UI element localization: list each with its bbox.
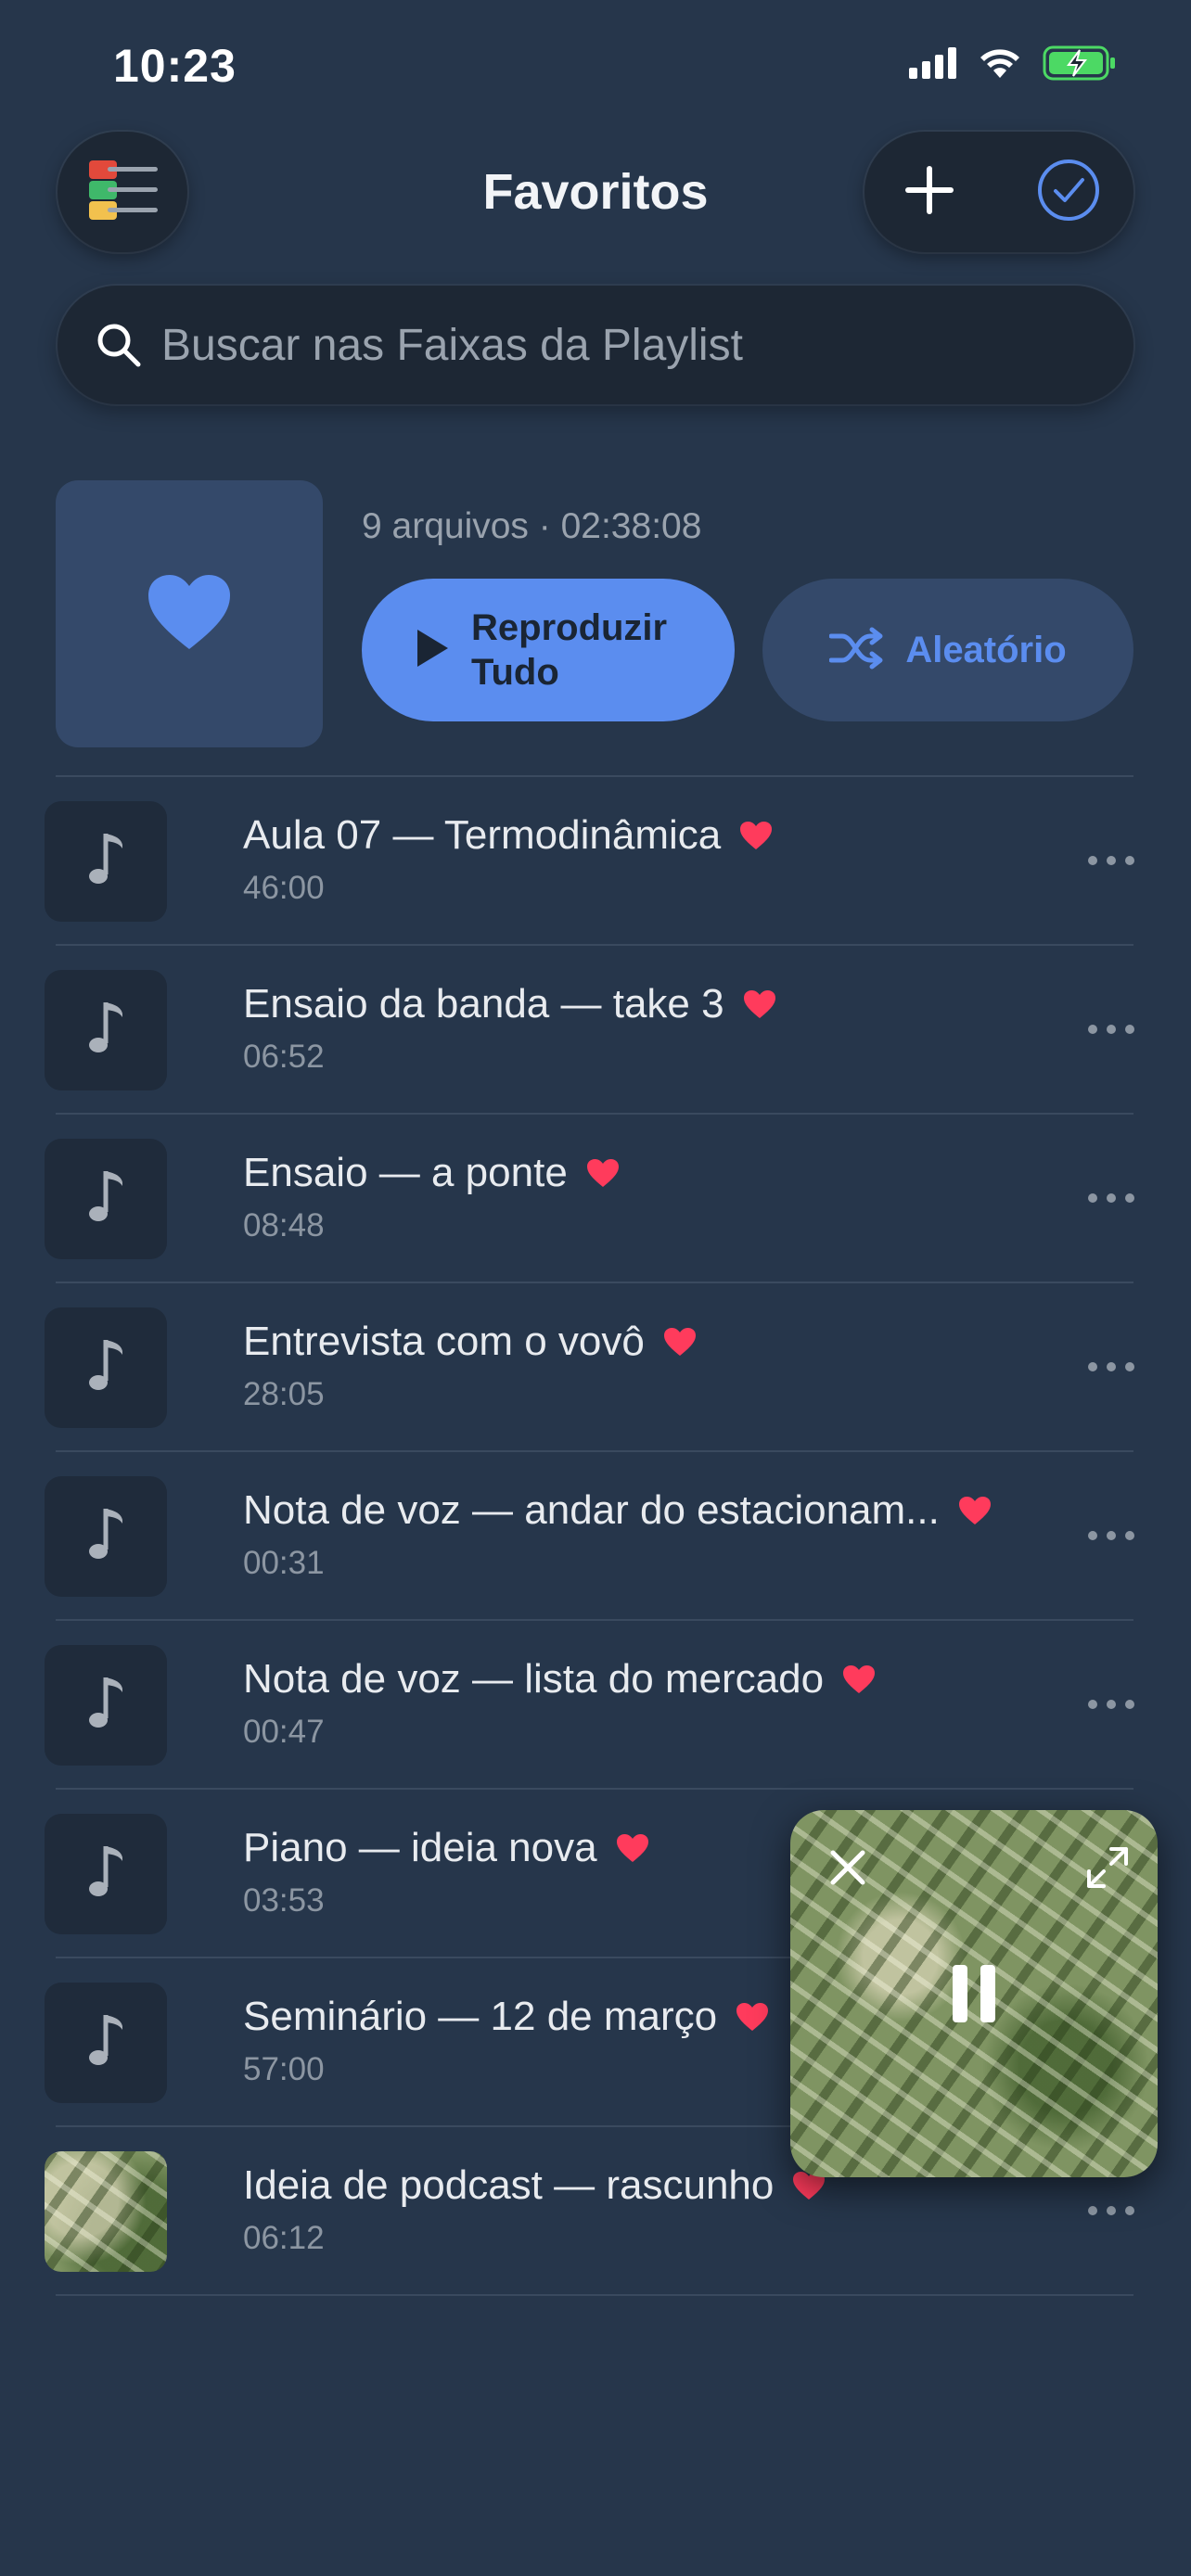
track-duration: 03:53: [243, 1882, 325, 1919]
track-artwork: [45, 1139, 167, 1259]
track-row[interactable]: Nota de voz — andar do estacionam... 00:…: [0, 1452, 1191, 1619]
shuffle-icon: [828, 627, 885, 674]
favorite-heart-icon[interactable]: [958, 1496, 992, 1525]
track-duration: 00:47: [243, 1714, 325, 1750]
music-note-icon: [85, 2011, 126, 2075]
track-duration: 46:00: [243, 870, 325, 906]
track-title-row: Entrevista com o vovô: [243, 1319, 697, 1365]
track-title: Entrevista com o vovô: [243, 1319, 645, 1364]
track-artwork: [45, 1645, 167, 1766]
status-bar: 10:23: [0, 0, 1191, 139]
play-all-label: Reproduzir Tudo: [471, 607, 668, 693]
status-icons: [909, 45, 1117, 86]
close-icon[interactable]: [822, 1842, 874, 1894]
plus-icon: [902, 162, 957, 223]
more-options-icon[interactable]: [1076, 2187, 1146, 2235]
track-row[interactable]: Nota de voz — lista do mercado 00:47: [0, 1621, 1191, 1788]
track-artwork: [45, 1307, 167, 1428]
track-duration: 06:12: [243, 2220, 325, 2256]
track-artwork: [45, 1476, 167, 1597]
shuffle-label: Aleatório: [905, 629, 1067, 670]
track-row[interactable]: Ensaio da banda — take 3 06:52: [0, 946, 1191, 1113]
track-duration: 28:05: [243, 1376, 325, 1412]
music-note-icon: [85, 1505, 126, 1569]
battery-charging-icon: [1043, 45, 1117, 86]
favorite-heart-icon[interactable]: [739, 821, 773, 850]
more-options-icon[interactable]: [1076, 836, 1146, 885]
track-title: Ideia de podcast — rascunho: [243, 2162, 775, 2208]
search-bar[interactable]: [58, 286, 1133, 404]
track-title: Ensaio da banda — take 3: [243, 981, 724, 1027]
track-title-row: Aula 07 — Termodinâmica: [243, 812, 773, 859]
track-duration: 06:52: [243, 1039, 325, 1075]
favorite-heart-icon[interactable]: [663, 1327, 697, 1357]
status-time: 10:23: [113, 40, 237, 92]
mini-player[interactable]: [790, 1810, 1158, 2177]
play-icon: [414, 627, 451, 674]
track-title-row: Nota de voz — lista do mercado: [243, 1656, 876, 1702]
more-options-icon[interactable]: [1076, 1680, 1146, 1728]
music-note-icon: [85, 1843, 126, 1906]
track-title-row: Ideia de podcast — rascunho: [243, 2162, 826, 2209]
track-title-row: Piano — ideia nova: [243, 1825, 649, 1871]
pause-icon[interactable]: [937, 1957, 1011, 2031]
favorite-heart-icon[interactable]: [736, 2002, 769, 2032]
header-actions: [864, 132, 1133, 252]
music-note-icon: [85, 1336, 126, 1400]
track-artwork-photo: [45, 2151, 167, 2272]
add-button[interactable]: [883, 146, 976, 238]
track-artwork: [45, 1814, 167, 1934]
more-options-icon[interactable]: [1076, 1174, 1146, 1222]
more-options-icon[interactable]: [1076, 1343, 1146, 1391]
checkmark-circle-icon: [1035, 157, 1102, 228]
track-title: Ensaio — a ponte: [243, 1150, 568, 1195]
favorite-heart-icon[interactable]: [842, 1664, 876, 1694]
more-options-icon[interactable]: [1076, 1005, 1146, 1053]
divider: [56, 2294, 1133, 2296]
music-note-icon: [85, 1674, 126, 1738]
track-title-row: Nota de voz — andar do estacionam...: [243, 1487, 992, 1534]
track-duration: 57:00: [243, 2051, 325, 2087]
track-title: Seminário — 12 de março: [243, 1994, 718, 2039]
track-artwork: [45, 801, 167, 922]
track-duration: 08:48: [243, 1207, 325, 1243]
search-input[interactable]: [161, 319, 1089, 371]
track-artwork: [45, 970, 167, 1090]
track-title: Nota de voz — lista do mercado: [243, 1656, 825, 1702]
track-row[interactable]: Entrevista com o vovô 28:05: [0, 1283, 1191, 1450]
track-row[interactable]: Ensaio — a ponte 08:48: [0, 1115, 1191, 1282]
track-title: Nota de voz — andar do estacionam...: [243, 1487, 940, 1533]
track-title-row: Ensaio da banda — take 3: [243, 981, 776, 1027]
favorite-heart-icon[interactable]: [743, 989, 776, 1019]
track-title-row: Seminário — 12 de março: [243, 1994, 769, 2040]
expand-icon[interactable]: [1082, 1842, 1133, 1894]
track-title: Aula 07 — Termodinâmica: [243, 812, 722, 858]
playlist-cover: [56, 480, 323, 747]
music-note-icon: [85, 830, 126, 894]
favorite-heart-icon[interactable]: [616, 1833, 649, 1863]
heart-icon: [147, 573, 232, 656]
select-button[interactable]: [1022, 146, 1115, 238]
wifi-icon: [978, 46, 1022, 84]
playlist-meta: 9 arquivos · 02:38:08: [362, 506, 702, 546]
track-title-row: Ensaio — a ponte: [243, 1150, 620, 1196]
track-title: Piano — ideia nova: [243, 1825, 597, 1870]
shuffle-button[interactable]: Aleatório: [762, 579, 1133, 721]
track-row[interactable]: Aula 07 — Termodinâmica 46:00: [0, 777, 1191, 944]
more-options-icon[interactable]: [1076, 1511, 1146, 1560]
favorite-heart-icon[interactable]: [586, 1158, 620, 1188]
track-artwork: [45, 1983, 167, 2103]
music-note-icon: [85, 999, 126, 1063]
play-all-button[interactable]: Reproduzir Tudo: [362, 579, 735, 721]
cellular-signal-icon: [909, 47, 957, 83]
search-icon: [91, 317, 147, 373]
track-duration: 00:31: [243, 1545, 325, 1581]
music-note-icon: [85, 1167, 126, 1231]
